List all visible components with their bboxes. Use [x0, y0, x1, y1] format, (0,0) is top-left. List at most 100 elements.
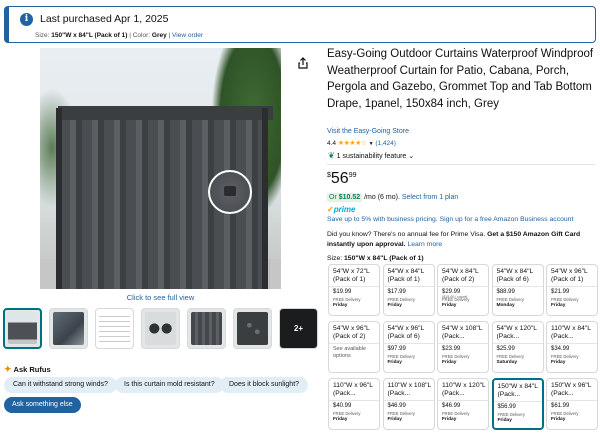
size-option-delivery-day: Friday — [387, 303, 402, 308]
rufus-question-chip[interactable]: Is this curtain mold resistant? — [115, 377, 224, 393]
size-option-divider — [383, 286, 434, 287]
select-plan-link[interactable]: Select from 1 plan — [402, 194, 458, 201]
size-option-price: $40.99 — [333, 403, 352, 409]
leaf-icon: ❦ — [328, 151, 335, 160]
learn-more-link[interactable]: Learn more — [407, 241, 442, 248]
size-option-delivery-day: Friday — [333, 417, 348, 422]
size-option-price: $56.99 — [497, 404, 516, 410]
size-option-availability: See available options — [333, 346, 367, 359]
size-option-name: 54"W x 84"L (Pack of 2) — [442, 268, 479, 283]
rufus-spark-icon: ✦ — [4, 364, 12, 374]
rufus-label: Ask Rufus — [13, 365, 51, 374]
thumbnail[interactable] — [141, 308, 180, 349]
size-option-tile[interactable]: 110"W x 84"L (Pack... $34.99 FREE Delivery… — [546, 321, 598, 373]
size-option-delivery: FREE Delivery — [387, 297, 415, 302]
thumbnail[interactable] — [49, 308, 88, 349]
full-view-link[interactable]: Click to see full view — [40, 293, 281, 302]
size-option-name: 110"W x 96"L (Pack... — [333, 382, 373, 397]
size-option-divider — [492, 343, 543, 344]
size-option-tile[interactable]: 54"W x 108"L (Pack... $23.99 FREE Delivery… — [437, 321, 489, 373]
size-option-delivery: FREE Delivery — [497, 412, 525, 417]
separator: | — [168, 32, 171, 39]
ask-something-else-button[interactable]: Ask something else — [4, 397, 81, 413]
size-option-tile[interactable]: 110"W x 96"L (Pack... $40.99 FREE Delivery… — [328, 378, 380, 430]
size-option-tile[interactable]: 54"W x 96"L (Pack of 1) $21.99 FREE Delive… — [546, 264, 598, 316]
rufus-question-chip[interactable]: Does it block sunlight? — [220, 377, 309, 393]
size-option-price: $34.99 — [551, 346, 570, 352]
size-option-price: $97.99 — [387, 346, 406, 352]
thumbnail[interactable] — [187, 308, 226, 349]
size-option-delivery: FREE Delivery — [551, 354, 579, 359]
size-value: 150"W x 84"L (Pack of 1) — [51, 32, 128, 39]
rating-count-link[interactable]: (1,424) — [375, 140, 396, 147]
size-option-tile[interactable]: 54"W x 84"L (Pack of 2) $29.99 ($15.00 / c… — [437, 264, 489, 316]
size-option-price: $19.99 — [333, 289, 352, 295]
size-option-delivery-day: Friday — [551, 417, 566, 422]
thumbnail-more[interactable]: 2+ — [279, 308, 318, 349]
more-thumbs-count: 2+ — [283, 312, 314, 345]
business-pricing-link[interactable]: Save up to 5% with business pricing. Sig… — [327, 216, 573, 223]
image-post — [56, 108, 62, 289]
size-option-tile[interactable]: 54"W x 84"L (Pack of 6) $88.99 FREE Delive… — [491, 264, 544, 316]
installment-amount: $10.52 — [338, 194, 361, 201]
thumbnail[interactable] — [3, 308, 42, 349]
size-option-name: 150"W x 96"L (Pack... — [551, 382, 592, 397]
installment-or: Or — [329, 194, 337, 201]
image-post — [262, 108, 268, 289]
size-option-tile[interactable]: 54"W x 96"L (Pack of 2) See available opt… — [328, 321, 380, 373]
separator: | — [129, 32, 131, 39]
size-option-delivery-day: Monday — [496, 303, 515, 308]
rating-row: 4.4 ★★★★☆ ▼ (1,424) — [327, 139, 396, 147]
size-option-delivery: FREE Delivery — [496, 297, 524, 302]
size-option-delivery: FREE Delivery — [387, 411, 415, 416]
size-option-delivery-day: Saturday — [496, 360, 518, 365]
size-label: Size: — [35, 32, 50, 39]
installment-badge: Or $10.52 — [327, 193, 363, 202]
star-rating-icon[interactable]: ★★★★☆ — [338, 140, 367, 147]
rufus-question-chip[interactable]: Can it withstand strong winds? — [4, 377, 117, 393]
price-symbol: $ — [327, 172, 331, 179]
last-purchased-banner: i Last purchased Apr 1, 2025 Size: 150"W… — [4, 6, 596, 43]
view-order-link[interactable]: View order — [172, 32, 203, 39]
size-option-delivery: FREE Delivery — [442, 411, 470, 416]
size-option-tile[interactable]: 54"W x 72"L (Pack of 1) $19.99 FREE Delive… — [328, 264, 380, 316]
image-zoom-detail — [208, 170, 252, 214]
size-option-delivery: FREE Delivery — [442, 354, 470, 359]
size-option-tile[interactable]: 54"W x 96"L (Pack of 6) $97.99 FREE Delive… — [382, 321, 435, 373]
prime-check-icon: ✓ — [327, 205, 334, 214]
size-option-divider — [493, 401, 542, 402]
size-option-price: $25.99 — [496, 346, 515, 352]
share-icon[interactable] — [297, 57, 309, 69]
size-option-tile[interactable]: 110"W x 120"L (Pack... $46.99 FREE Deliver… — [437, 378, 489, 430]
size-option-delivery-day: Friday — [333, 303, 348, 308]
size-option-delivery-day: Friday — [551, 360, 566, 365]
size-option-divider — [329, 400, 379, 401]
chevron-down-icon[interactable]: ▼ — [369, 141, 374, 147]
sustainability-feature[interactable]: ❦ 1 sustainability feature ⌄ — [328, 151, 414, 160]
size-option-price: $17.99 — [387, 289, 406, 295]
size-option-tile[interactable]: 150"W x 96"L (Pack... $61.99 FREE Delivery… — [546, 378, 598, 430]
size-option-price: $23.99 — [442, 346, 461, 352]
size-option-delivery: FREE Delivery — [333, 411, 361, 416]
size-option-delivery-day: Friday — [387, 360, 402, 365]
image-pergola-roof — [58, 106, 273, 120]
size-option-divider — [383, 400, 434, 401]
size-option-divider — [329, 286, 379, 287]
size-option-name: 54"W x 108"L (Pack... — [442, 325, 483, 340]
size-option-divider — [492, 286, 543, 287]
ask-rufus-heading: ✦ Ask Rufus — [4, 364, 51, 375]
size-option-tile[interactable]: 54"W x 120"L (Pack... $25.99 FREE Delivery… — [491, 321, 544, 373]
size-option-name: 54"W x 96"L (Pack of 6) — [387, 325, 424, 340]
size-option-delivery: FREE Delivery — [333, 297, 361, 302]
size-option-name: 54"W x 96"L (Pack of 1) — [551, 268, 588, 283]
size-option-tile[interactable]: 110"W x 108"L (Pack... $46.99 FREE Deliver… — [382, 378, 435, 430]
size-option-tile[interactable]: 150"W x 84"L (Pack... $56.99 FREE Delivery… — [491, 378, 544, 430]
thumbnail[interactable] — [95, 308, 134, 349]
size-option-tile[interactable]: 54"W x 84"L (Pack of 1) $17.99 FREE Delive… — [382, 264, 435, 316]
thumbnail[interactable] — [233, 308, 272, 349]
main-product-image[interactable] — [40, 48, 281, 289]
size-option-divider — [438, 286, 488, 287]
store-link[interactable]: Visit the Easy-Going Store — [327, 128, 409, 135]
size-option-name: 54"W x 84"L (Pack of 1) — [387, 268, 424, 283]
rating-value: 4.4 — [327, 140, 337, 147]
